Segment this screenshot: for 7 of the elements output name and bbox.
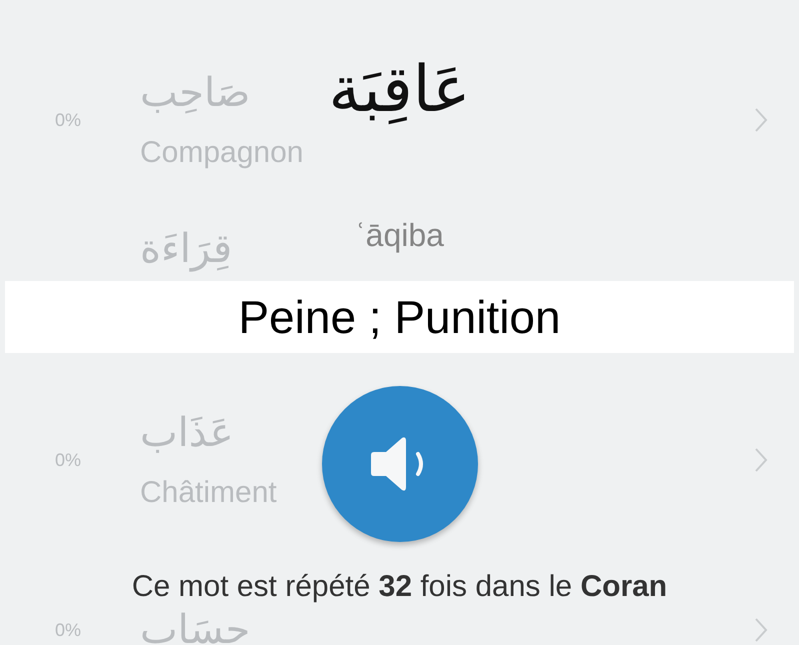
- transliteration: ʿāqiba: [355, 216, 444, 255]
- occurrence-text: Ce mot est répété 32 fois dans le Coran: [132, 569, 668, 605]
- arabic-word: عَاقِبَة: [328, 52, 470, 129]
- chevron-icon: [753, 106, 769, 134]
- chevron-icon: [753, 616, 769, 644]
- chevron-icon: [753, 446, 769, 474]
- meaning-text: Peine ; Punition: [238, 290, 561, 344]
